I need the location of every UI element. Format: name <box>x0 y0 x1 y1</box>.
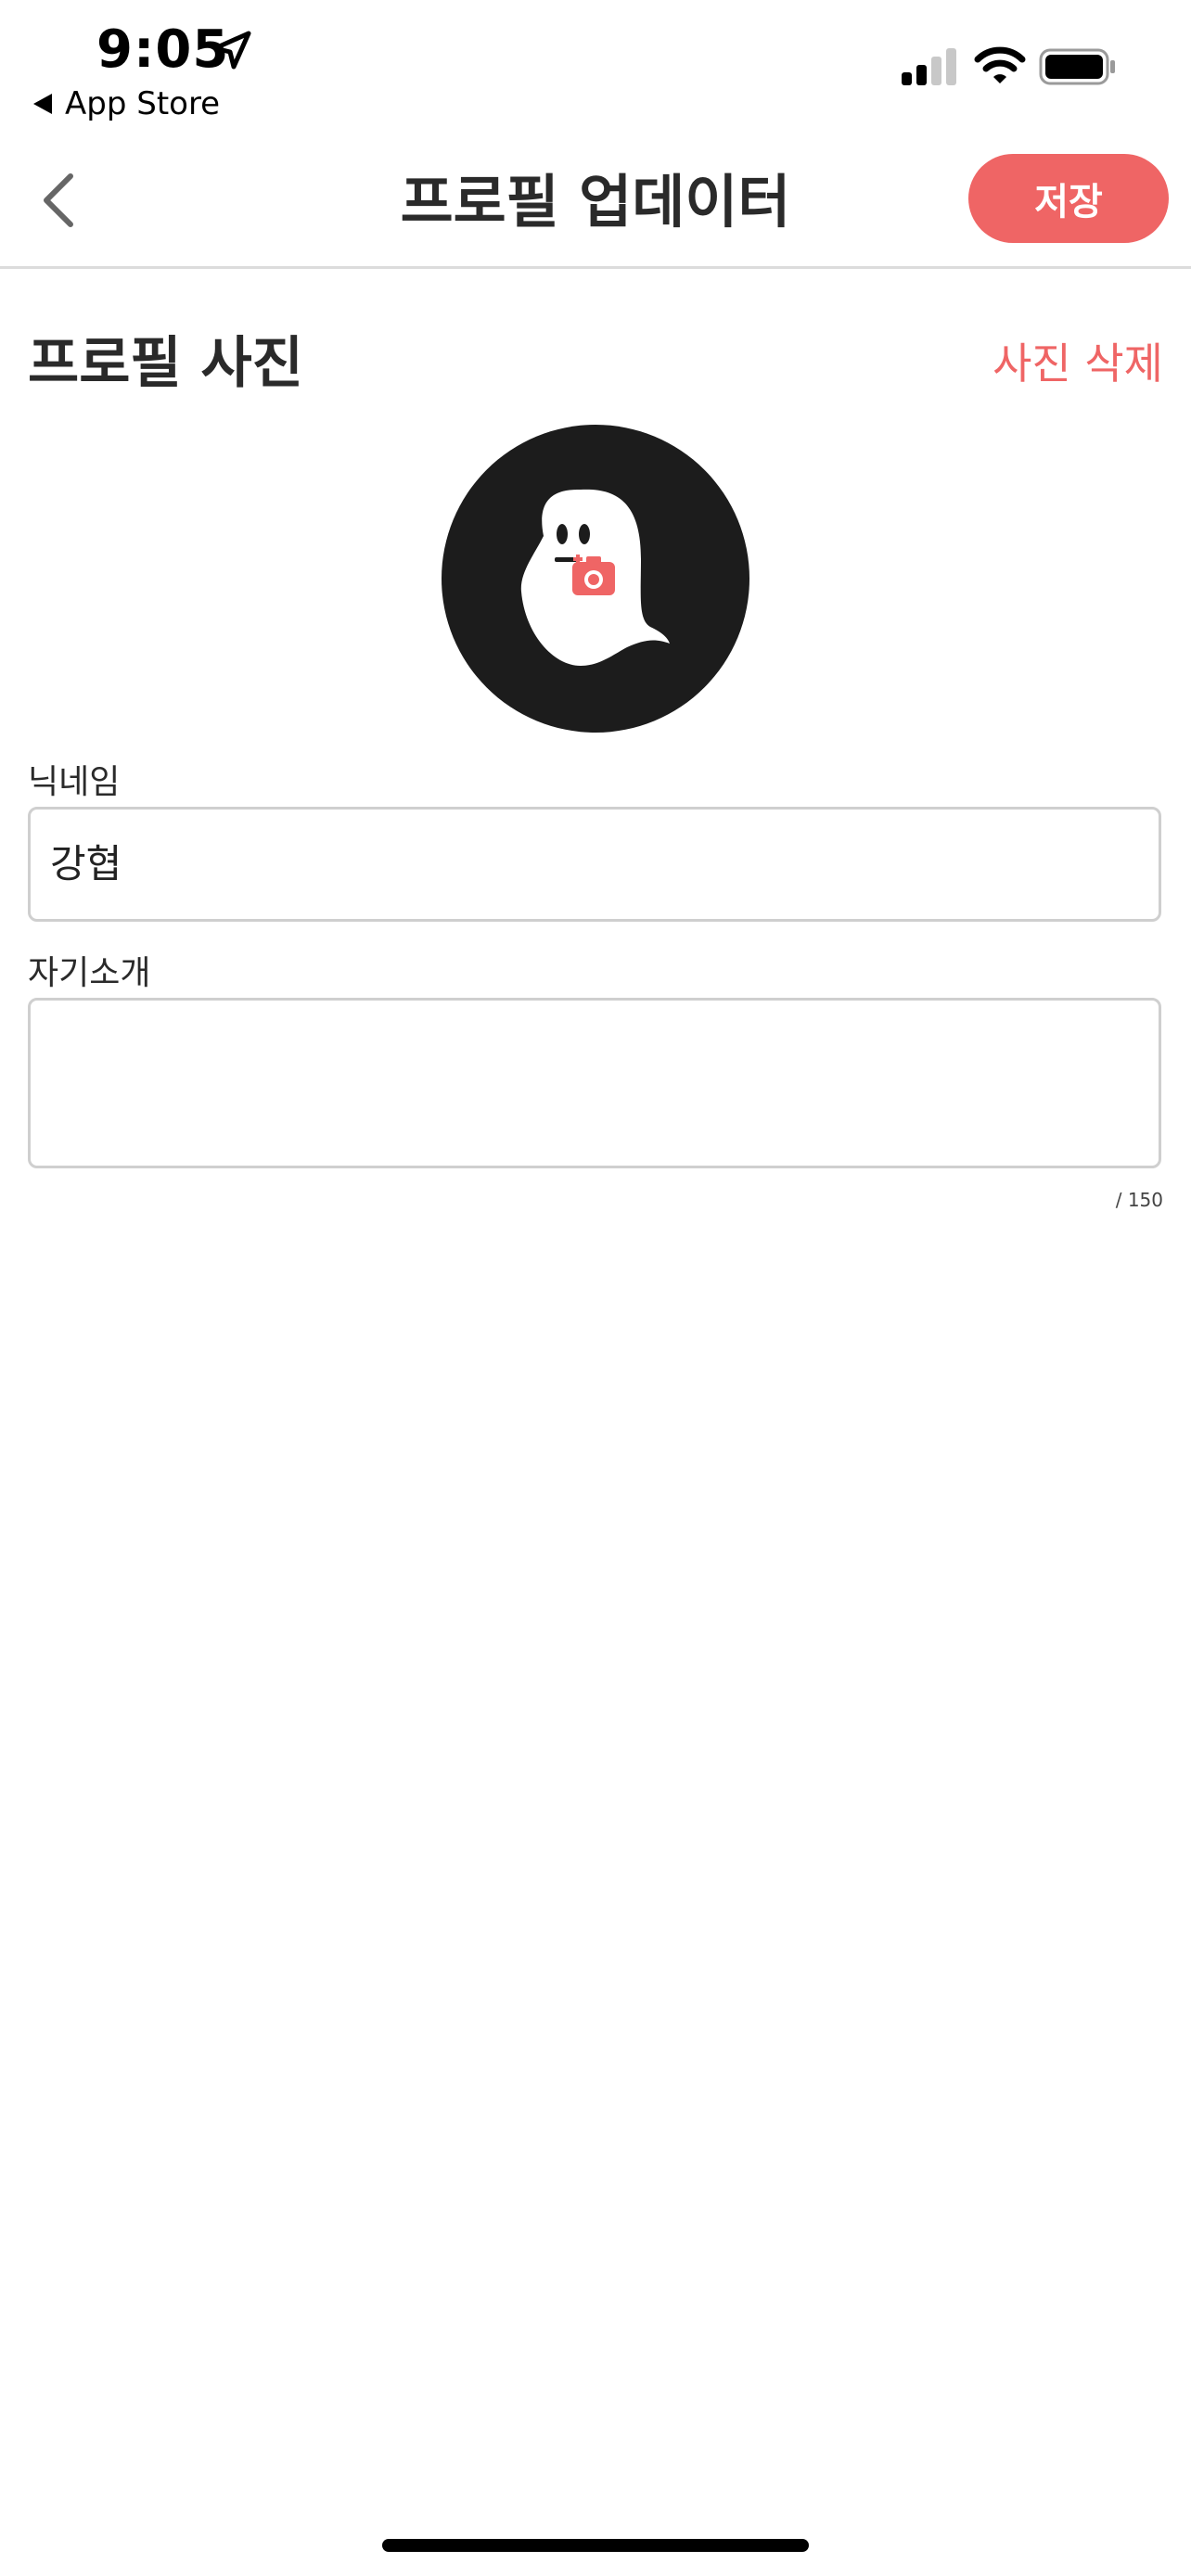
back-triangle-icon <box>33 94 52 114</box>
battery-icon <box>1039 48 1115 85</box>
nickname-field[interactable] <box>28 807 1161 922</box>
nickname-label: 닉네임 <box>28 763 121 801</box>
wifi-icon <box>974 46 1026 83</box>
cellular-signal-icon <box>902 48 956 85</box>
home-indicator <box>382 2539 809 2552</box>
delete-photo-button[interactable]: 사진 삭제 <box>992 334 1163 393</box>
nav-divider <box>0 266 1191 269</box>
location-arrow-icon <box>212 31 251 70</box>
bio-char-counter: / 150 <box>1115 1189 1163 1211</box>
back-to-app-store[interactable]: App Store <box>33 83 220 124</box>
bio-label: 자기소개 <box>28 954 151 992</box>
nickname-value[interactable]: 강협 <box>50 840 122 888</box>
profile-photo-heading: 프로필 사진 <box>28 331 303 396</box>
back-app-label: App Store <box>65 85 221 122</box>
ghost-avatar-icon <box>520 489 670 666</box>
bio-textarea[interactable] <box>28 998 1161 1168</box>
profile-avatar[interactable] <box>442 425 749 733</box>
save-button[interactable]: 저장 <box>968 154 1169 243</box>
